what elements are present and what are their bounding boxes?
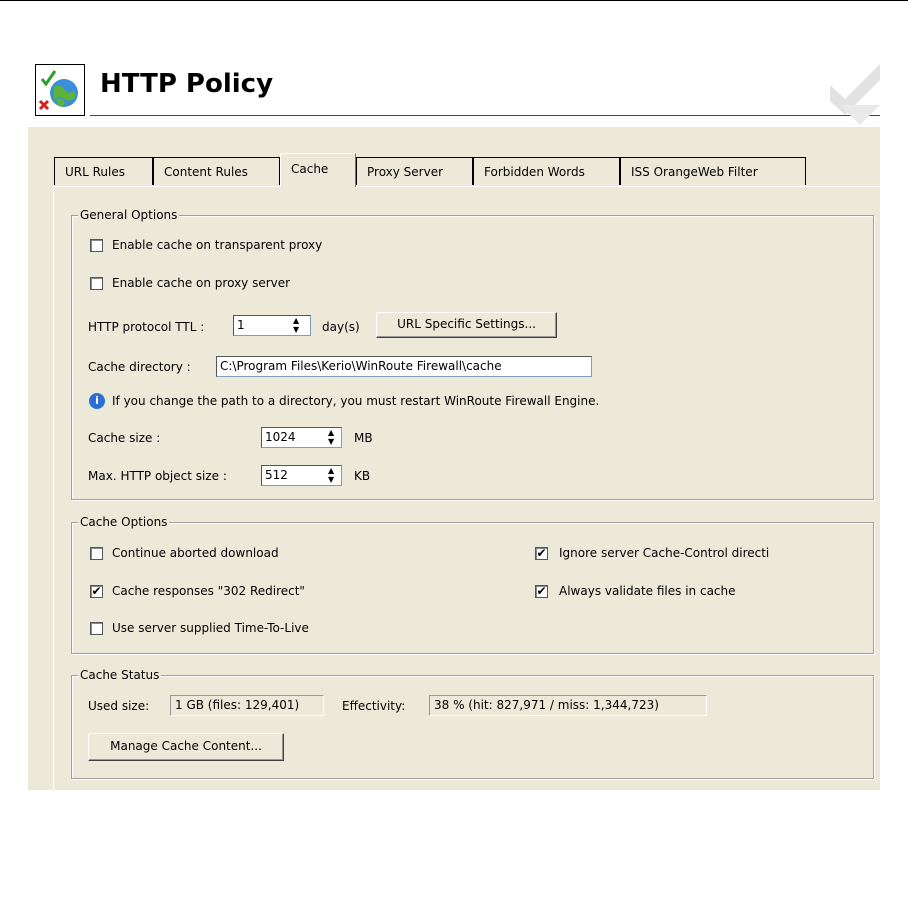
effectivity-label: Effectivity: bbox=[342, 699, 406, 713]
always-validate-label: Always validate files in cache bbox=[559, 584, 736, 598]
cache-302-checkbox[interactable]: ✔ bbox=[90, 585, 103, 598]
tab-iss-orangeweb-filter[interactable]: ISS OrangeWeb Filter bbox=[620, 157, 806, 185]
tab-proxy-server[interactable]: Proxy Server bbox=[356, 157, 473, 185]
ttl-label: HTTP protocol TTL : bbox=[88, 320, 205, 334]
cache-directory-input[interactable]: C:\Program Files\Kerio\WinRoute Firewall… bbox=[216, 356, 592, 377]
enable-cache-transparent-checkbox[interactable] bbox=[90, 239, 103, 252]
restart-info-text: If you change the path to a directory, y… bbox=[112, 394, 600, 408]
page-header: HTTP Policy bbox=[28, 55, 880, 127]
used-size-value: 1 GB (files: 129,401) bbox=[170, 695, 324, 716]
always-validate-checkbox[interactable]: ✔ bbox=[535, 585, 548, 598]
enable-cache-proxy-checkbox[interactable] bbox=[90, 277, 103, 290]
enable-cache-transparent-label: Enable cache on transparent proxy bbox=[112, 238, 323, 252]
general-options-legend: General Options bbox=[78, 208, 180, 222]
cache-size-spinner[interactable]: ▲ ▼ bbox=[325, 427, 341, 448]
cache-directory-label: Cache directory : bbox=[88, 360, 191, 374]
cache-status-group: Cache Status Used size: 1 GB (files: 129… bbox=[71, 668, 874, 779]
cache-302-label: Cache responses "302 Redirect" bbox=[112, 584, 305, 598]
ignore-cache-control-label: Ignore server Cache-Control directi bbox=[559, 546, 770, 560]
cache-size-unit: MB bbox=[354, 431, 373, 445]
continue-aborted-label: Continue aborted download bbox=[112, 546, 279, 560]
ttl-spinner[interactable]: ▲ ▼ bbox=[290, 315, 306, 336]
cache-status-legend: Cache Status bbox=[78, 668, 162, 682]
tab-content-rules[interactable]: Content Rules bbox=[153, 157, 280, 185]
cache-size-label: Cache size : bbox=[88, 431, 161, 445]
page-title: HTTP Policy bbox=[100, 69, 274, 99]
general-options-group: General Options Enable cache on transpar… bbox=[71, 208, 874, 500]
header-rule bbox=[90, 115, 880, 116]
cache-options-legend: Cache Options bbox=[78, 515, 170, 529]
http-policy-window: HTTP Policy URL Rules Content Rules Cach… bbox=[28, 55, 880, 790]
manage-cache-content-button[interactable]: Manage Cache Content... bbox=[88, 733, 284, 761]
enable-cache-proxy-label: Enable cache on proxy server bbox=[112, 276, 291, 290]
max-object-size-unit: KB bbox=[354, 469, 371, 483]
cache-options-group: Cache Options Continue aborted download … bbox=[71, 515, 874, 654]
top-border-line bbox=[0, 0, 908, 1]
effectivity-value: 38 % (hit: 827,971 / miss: 1,344,723) bbox=[429, 695, 707, 716]
url-specific-settings-button[interactable]: URL Specific Settings... bbox=[376, 312, 557, 338]
use-server-ttl-label: Use server supplied Time-To-Live bbox=[112, 621, 309, 635]
max-object-size-label: Max. HTTP object size : bbox=[88, 469, 227, 483]
max-object-size-spinner[interactable]: ▲ ▼ bbox=[325, 465, 341, 486]
use-server-ttl-checkbox[interactable] bbox=[90, 622, 103, 635]
kerio-watermark-icon bbox=[830, 64, 880, 125]
continue-aborted-checkbox[interactable] bbox=[90, 547, 103, 560]
used-size-label: Used size: bbox=[88, 699, 150, 713]
ttl-unit: day(s) bbox=[322, 320, 360, 334]
ignore-cache-control-checkbox[interactable]: ✔ bbox=[535, 547, 548, 560]
tab-forbidden-words[interactable]: Forbidden Words bbox=[473, 157, 620, 185]
info-icon: i bbox=[89, 393, 105, 409]
http-policy-logo-icon bbox=[35, 64, 85, 116]
tab-url-rules[interactable]: URL Rules bbox=[54, 157, 153, 185]
tab-cache[interactable]: Cache bbox=[280, 153, 356, 187]
